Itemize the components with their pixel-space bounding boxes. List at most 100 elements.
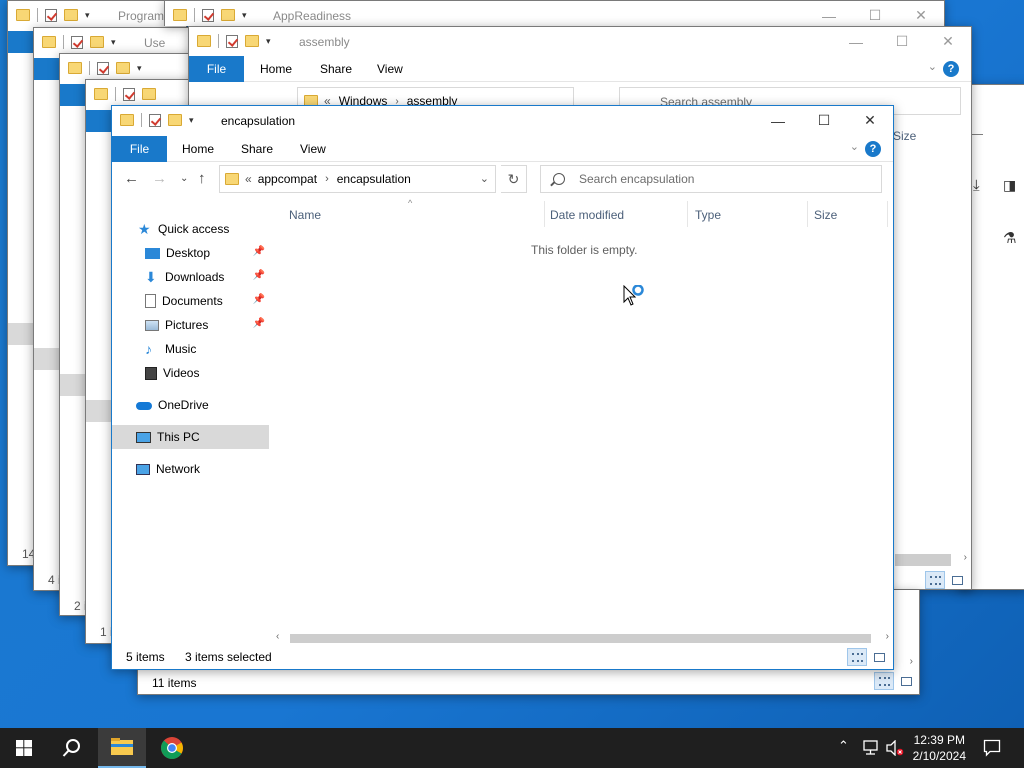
help-icon[interactable]: ?	[865, 141, 881, 157]
search-box[interactable]: Search encapsulation	[540, 165, 882, 193]
column-divider[interactable]	[887, 201, 888, 227]
column-size[interactable]: Size	[814, 208, 837, 222]
new-folder-icon[interactable]	[90, 36, 104, 48]
nav-quick-access[interactable]: ★ Quick access	[112, 217, 269, 241]
properties-icon[interactable]	[97, 61, 109, 75]
home-tab[interactable]: Home	[260, 62, 292, 76]
horizontal-scrollbar[interactable]: ‹ ›	[272, 631, 891, 645]
address-dropdown-icon[interactable]: ⌄	[480, 172, 489, 185]
explorer-window-encapsulation[interactable]: ▾ encapsulation — ☐ ✕ File Home Share Vi…	[111, 105, 894, 670]
large-icons-view-button[interactable]	[947, 571, 967, 589]
taskbar-chrome[interactable]	[148, 728, 196, 768]
network-status-icon[interactable]	[862, 740, 880, 756]
minimize-button[interactable]: —	[755, 106, 801, 135]
home-tab[interactable]: Home	[182, 142, 214, 156]
properties-icon[interactable]	[226, 34, 238, 48]
nav-onedrive[interactable]: OneDrive	[112, 393, 269, 417]
scroll-right-arrow[interactable]: ›	[964, 552, 967, 563]
breadcrumb-overflow[interactable]: «	[245, 172, 252, 186]
scroll-right-arrow[interactable]: ›	[910, 656, 913, 667]
large-icons-view-button[interactable]	[869, 648, 889, 666]
title-bar[interactable]: ▾ encapsulation — ☐ ✕	[112, 106, 893, 136]
share-tab[interactable]: Share	[320, 62, 352, 76]
nav-documents[interactable]: Documents 📌	[112, 289, 269, 313]
details-pane-icon[interactable]: ◨	[1003, 177, 1016, 194]
chevron-down-icon[interactable]: ▾	[85, 10, 90, 21]
chevron-down-icon[interactable]: ▾	[242, 10, 247, 21]
taskbar-file-explorer[interactable]	[98, 728, 146, 768]
new-folder-icon[interactable]	[64, 9, 78, 21]
maximize-button[interactable]: ☐	[879, 27, 925, 56]
file-tab[interactable]: File	[189, 56, 244, 82]
nav-this-pc[interactable]: This PC	[112, 425, 269, 449]
scroll-right-arrow[interactable]: ›	[886, 631, 889, 642]
recent-locations-icon[interactable]: ⌄	[180, 173, 188, 184]
share-tab[interactable]: Share	[241, 142, 273, 156]
title-bar[interactable]: ▾ assembly — ☐ ✕	[189, 27, 971, 57]
pin-icon[interactable]: 📌	[253, 270, 265, 281]
column-date-modified[interactable]: Date modified	[550, 208, 624, 222]
pin-icon[interactable]: 📌	[253, 318, 265, 329]
file-tab[interactable]: File	[112, 136, 167, 162]
view-tab[interactable]: View	[300, 142, 326, 156]
new-folder-icon[interactable]	[221, 9, 235, 21]
close-button[interactable]: ✕	[847, 106, 893, 135]
view-tab[interactable]: View	[377, 62, 403, 76]
show-hidden-icons-chevron-icon[interactable]: ⌃	[838, 738, 849, 754]
notifications-icon[interactable]	[983, 739, 1001, 757]
nav-downloads[interactable]: ⬇ Downloads 📌	[112, 265, 269, 289]
breadcrumb-encapsulation[interactable]: encapsulation	[337, 172, 411, 186]
column-divider[interactable]	[807, 201, 808, 227]
pin-icon[interactable]: 📌	[253, 246, 265, 257]
breadcrumb-appcompat[interactable]: appcompat	[258, 172, 317, 186]
properties-icon[interactable]	[71, 35, 83, 49]
scroll-left-arrow[interactable]: ‹	[276, 631, 279, 642]
new-folder-icon[interactable]	[168, 114, 182, 126]
help-icon[interactable]: ?	[943, 61, 959, 77]
details-view-button[interactable]	[925, 571, 945, 589]
maximize-button[interactable]: ☐	[801, 106, 847, 135]
expand-ribbon-icon[interactable]: ⌄	[928, 60, 937, 73]
column-divider[interactable]	[687, 201, 688, 227]
large-icons-view-button[interactable]	[896, 672, 916, 690]
properties-icon[interactable]	[149, 113, 161, 127]
pin-icon[interactable]: 📌	[253, 294, 265, 305]
nav-network[interactable]: Network	[112, 457, 269, 481]
scrollbar-thumb[interactable]	[290, 634, 871, 643]
expand-ribbon-icon[interactable]: ⌄	[850, 140, 859, 153]
address-bar[interactable]: « appcompat › encapsulation ⌄	[219, 165, 496, 193]
nav-pictures[interactable]: Pictures 📌	[112, 313, 269, 337]
new-folder-icon[interactable]	[142, 88, 156, 100]
refresh-button[interactable]: ↻	[501, 165, 527, 193]
window-appreadiness[interactable]: ▾ AppReadiness — ☐ ✕	[164, 0, 945, 26]
chevron-down-icon[interactable]: ▾	[111, 37, 116, 48]
column-size[interactable]: Size	[893, 129, 916, 143]
search-button[interactable]	[48, 728, 96, 768]
breadcrumb-chevron-icon[interactable]: ›	[325, 173, 329, 185]
new-folder-icon[interactable]	[116, 62, 130, 74]
start-button[interactable]	[0, 728, 48, 768]
column-name[interactable]: Name	[289, 208, 321, 222]
nav-music[interactable]: ♪ Music	[112, 337, 269, 361]
chevron-down-icon[interactable]: ▾	[266, 36, 271, 47]
properties-icon[interactable]	[123, 87, 135, 101]
chevron-down-icon[interactable]: ▾	[137, 63, 142, 74]
lab-flask-icon[interactable]: ⚗	[1003, 229, 1016, 247]
title-bar[interactable]: ▾ AppReadiness — ☐ ✕	[165, 1, 944, 26]
clock[interactable]: 12:39 PM 2/10/2024	[913, 732, 966, 764]
nav-videos[interactable]: Videos	[112, 361, 269, 385]
scrollbar-thumb[interactable]	[895, 554, 951, 566]
up-arrow-icon[interactable]: ↑	[198, 170, 206, 187]
download-icon[interactable]: ⤓	[973, 177, 980, 194]
column-type[interactable]: Type	[695, 208, 721, 222]
forward-arrow-icon[interactable]: →	[152, 170, 167, 187]
new-folder-icon[interactable]	[245, 35, 259, 47]
volume-muted-icon[interactable]	[886, 740, 904, 756]
minimize-button[interactable]: —	[806, 1, 852, 26]
close-button[interactable]: ✕	[898, 1, 944, 26]
details-view-button[interactable]	[847, 648, 867, 666]
customize-quick-access-icon[interactable]: ▾	[189, 115, 194, 126]
details-view-button[interactable]	[874, 672, 894, 690]
back-arrow-icon[interactable]: ←	[124, 170, 139, 187]
nav-desktop[interactable]: Desktop 📌	[112, 241, 269, 265]
